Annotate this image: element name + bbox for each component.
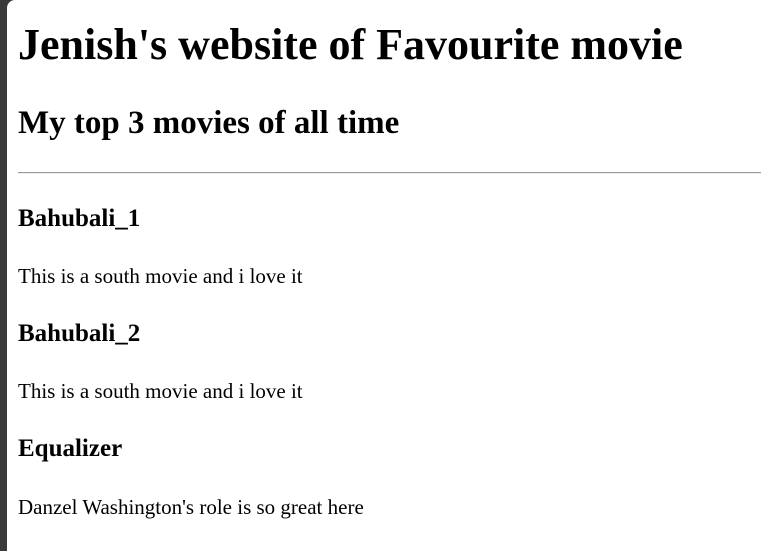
browser-viewport: Jenish's website of Favourite movie My t… — [7, 0, 761, 551]
movie-description-bahubali-2: This is a south movie and i love it — [18, 379, 303, 403]
page-title: Jenish's website of Favourite movie — [18, 20, 683, 69]
section-divider — [18, 172, 761, 174]
page-subtitle: My top 3 movies of all time — [18, 105, 400, 141]
movie-title-bahubali-1: Bahubali_1 — [18, 205, 141, 232]
movie-title-equalizer: Equalizer — [18, 435, 123, 462]
movie-description-bahubali-1: This is a south movie and i love it — [18, 264, 303, 288]
movie-title-bahubali-2: Bahubali_2 — [18, 320, 141, 347]
movie-description-equalizer: Danzel Washington's role is so great her… — [18, 495, 364, 519]
